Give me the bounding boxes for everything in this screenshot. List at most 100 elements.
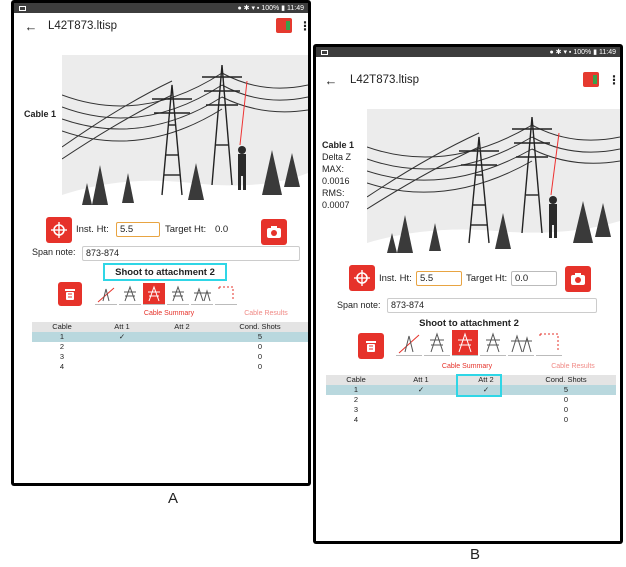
step-4[interactable] xyxy=(480,330,506,356)
tab-cable-summary[interactable]: Cable Summary xyxy=(114,310,224,317)
camera-button[interactable] xyxy=(261,219,287,245)
step-1[interactable] xyxy=(396,330,422,356)
max-value: 0.0016 xyxy=(322,176,350,186)
cell: 1 xyxy=(353,385,359,394)
table-row[interactable]: 4 0 xyxy=(326,415,616,425)
cell xyxy=(456,415,516,425)
table-row[interactable]: 2 0 xyxy=(32,342,308,352)
span-note-input[interactable]: 873-874 xyxy=(82,246,300,261)
cell: 1 xyxy=(59,332,65,341)
step-5[interactable] xyxy=(508,330,534,356)
back-arrow-icon[interactable]: ← xyxy=(324,73,338,88)
screen-b: ● ✱ ▾ ▪ 100% ▮ 11:49 ← L42T873.ltisp ⋮ C… xyxy=(316,47,620,541)
cell: 5 xyxy=(563,385,569,394)
crosshair-button[interactable] xyxy=(349,265,375,291)
crosshair-icon xyxy=(51,222,67,238)
crosshair-icon xyxy=(354,270,370,286)
col-cable: Cable xyxy=(52,322,72,331)
rms-value: 0.0007 xyxy=(322,200,350,210)
delete-button[interactable] xyxy=(358,333,384,359)
inst-ht-label: Inst. Ht: xyxy=(76,224,109,235)
status-icons: ● ✱ ▾ ▪ xyxy=(237,5,262,12)
highlight-shoot-text xyxy=(103,263,227,281)
result-tabs: Cable Summary Cable Results xyxy=(114,310,308,317)
step-5[interactable] xyxy=(191,283,213,305)
status-bar: ● ✱ ▾ ▪ 100% ▮ 11:49 xyxy=(316,47,620,57)
step-3[interactable] xyxy=(143,283,165,305)
table-row[interactable]: 4 0 xyxy=(32,362,308,372)
step-3[interactable] xyxy=(452,330,478,356)
step-6[interactable] xyxy=(536,330,562,356)
tower-illustration xyxy=(62,55,308,215)
delete-button[interactable] xyxy=(58,282,82,306)
file-title: L42T873.ltisp xyxy=(350,74,420,86)
col-cond-shots: Cond. Shots xyxy=(545,375,587,384)
tab-cable-results[interactable]: Cable Results xyxy=(526,363,620,370)
shot-step-strip xyxy=(396,330,562,356)
battery-text: 100% xyxy=(261,4,280,12)
cell xyxy=(386,395,456,405)
cable-table: Cable Att 1 Att 2 Cond. Shots 1 ✓ 5 2 0 … xyxy=(32,322,308,372)
crosshair-button[interactable] xyxy=(46,217,72,243)
table-row[interactable]: 3 0 xyxy=(32,352,308,362)
cell xyxy=(92,342,152,352)
highlight-att2-check xyxy=(456,374,502,397)
cell: 0 xyxy=(563,405,569,414)
result-tabs: Cable Summary Cable Results xyxy=(408,363,620,370)
tab-cable-summary[interactable]: Cable Summary xyxy=(408,363,526,370)
step-4[interactable] xyxy=(167,283,189,305)
app-logo-icon[interactable] xyxy=(276,18,292,33)
cell xyxy=(456,405,516,415)
tab-cable-results[interactable]: Cable Results xyxy=(224,310,308,317)
cell: 3 xyxy=(59,352,65,361)
target-ht-label: Target Ht: xyxy=(466,273,508,284)
notification-icon xyxy=(321,49,328,55)
phone-a: ● ✱ ▾ ▪ 100% ▮ 11:49 ← L42T873.ltisp ⋮ C… xyxy=(11,0,311,486)
cable-label: Cable 1 xyxy=(322,140,355,150)
target-ht-input[interactable]: 0.0 xyxy=(211,222,255,237)
step-1[interactable] xyxy=(95,283,117,305)
cell xyxy=(92,362,152,372)
cell xyxy=(386,405,456,415)
cell xyxy=(92,352,152,362)
span-note-label: Span note: xyxy=(32,247,76,257)
step-2[interactable] xyxy=(119,283,141,305)
trash-icon xyxy=(65,289,75,300)
cell: 0 xyxy=(563,415,569,424)
cell: ✓ xyxy=(118,332,126,341)
cell xyxy=(152,332,212,342)
kebab-menu-icon[interactable]: ⋮ xyxy=(608,73,620,87)
table-row[interactable]: 1 ✓ 5 xyxy=(32,332,308,342)
back-arrow-icon[interactable]: ← xyxy=(24,19,38,34)
step-2[interactable] xyxy=(424,330,450,356)
cell xyxy=(386,415,456,425)
cell: 0 xyxy=(257,352,263,361)
clock-text: 11:49 xyxy=(599,48,616,56)
app-logo-icon[interactable] xyxy=(583,72,599,87)
cell: 2 xyxy=(353,395,359,404)
col-cable: Cable xyxy=(346,375,366,384)
step-6[interactable] xyxy=(215,283,237,305)
span-note-input[interactable]: 873-874 xyxy=(387,298,597,313)
col-att1: Att 1 xyxy=(413,375,429,384)
battery-text: 100% xyxy=(573,48,592,56)
cable-label: Cable 1 xyxy=(24,109,57,119)
camera-button[interactable] xyxy=(565,266,591,292)
span-note-label: Span note: xyxy=(337,300,381,310)
cell: 0 xyxy=(563,395,569,404)
table-row[interactable]: 3 0 xyxy=(326,405,616,415)
app-bar: ← L42T873.ltisp ⋮ xyxy=(316,71,620,89)
delta-label: Delta Z xyxy=(322,152,352,162)
notification-icon xyxy=(19,5,26,11)
phone-b: ● ✱ ▾ ▪ 100% ▮ 11:49 ← L42T873.ltisp ⋮ C… xyxy=(313,44,623,544)
file-title: L42T873.ltisp xyxy=(48,20,118,32)
trash-icon xyxy=(366,341,376,352)
inst-ht-input[interactable]: 5.5 xyxy=(116,222,160,237)
kebab-menu-icon[interactable]: ⋮ xyxy=(299,19,308,33)
inst-ht-input[interactable]: 5.5 xyxy=(416,271,462,286)
camera-icon xyxy=(267,226,281,238)
stats-panel: Cable 1 Delta Z MAX: 0.0016 RMS: 0.0007 xyxy=(322,139,354,211)
inst-ht-label: Inst. Ht: xyxy=(379,273,412,284)
target-ht-input[interactable]: 0.0 xyxy=(511,271,557,286)
cell: ✓ xyxy=(417,385,425,394)
